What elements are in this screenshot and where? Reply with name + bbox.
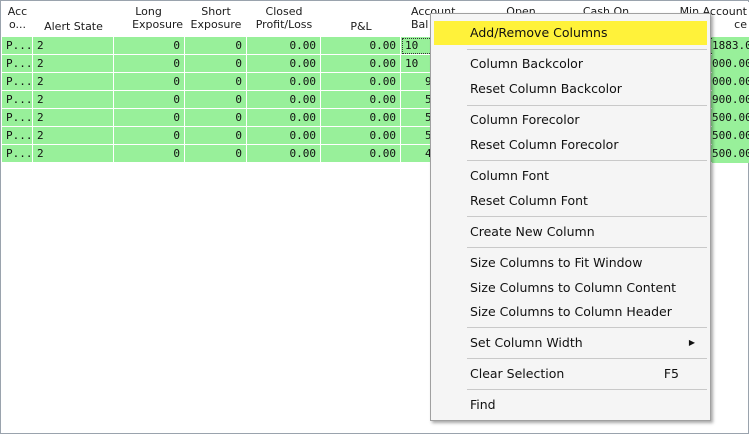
menu-separator <box>467 358 707 359</box>
cell-closed-pl[interactable]: 0.00 <box>247 37 321 55</box>
cell-long-exposure[interactable]: 0 <box>114 91 185 109</box>
cell-account[interactable]: P... <box>2 73 33 91</box>
column-header-long-exposure[interactable]: Long Exposure <box>114 2 185 37</box>
menu-item-label: Reset Column Forecolor <box>470 137 619 152</box>
menu-item-label: Clear Selection <box>470 366 565 381</box>
cell-pnl[interactable]: 0.00 <box>321 37 401 55</box>
cell-min-account[interactable]: 500.00 <box>712 145 749 163</box>
cell-closed-pl[interactable]: 0.00 <box>247 127 321 145</box>
cell-pnl[interactable]: 0.00 <box>321 73 401 91</box>
menu-item-label: Column Backcolor <box>470 56 583 71</box>
menu-item-size-columns-header[interactable]: Size Columns to Column Header <box>434 300 707 324</box>
cell-closed-pl[interactable]: 0.00 <box>247 91 321 109</box>
cell-account[interactable]: P... <box>2 109 33 127</box>
menu-separator <box>467 247 707 248</box>
menu-item-shortcut: F5 <box>663 366 679 381</box>
column-header-account[interactable]: Acc o... <box>2 2 33 37</box>
menu-item-label: Find <box>470 397 496 412</box>
menu-item-label: Size Columns to Fit Window <box>470 255 643 270</box>
column-context-menu: Add/Remove Columns Column Backcolor Rese… <box>430 13 711 421</box>
menu-item-label: Column Forecolor <box>470 112 580 127</box>
cell-min-account[interactable]: 900.00 <box>712 91 749 109</box>
menu-separator <box>467 105 707 106</box>
menu-item-label: Column Font <box>470 168 550 183</box>
cell-long-exposure[interactable]: 0 <box>114 73 185 91</box>
cell-alert-state[interactable]: 2 <box>33 37 114 55</box>
column-header-pnl[interactable]: P&L <box>321 2 401 37</box>
cell-pnl[interactable]: 0.00 <box>321 109 401 127</box>
menu-item-reset-column-backcolor[interactable]: Reset Column Backcolor <box>434 77 707 101</box>
menu-separator <box>467 49 707 50</box>
cell-long-exposure[interactable]: 0 <box>114 109 185 127</box>
menu-item-label: Create New Column <box>470 224 595 239</box>
cell-short-exposure[interactable]: 0 <box>185 109 247 127</box>
cell-short-exposure[interactable]: 0 <box>185 127 247 145</box>
menu-item-find[interactable]: Find <box>434 393 707 417</box>
cell-account[interactable]: P... <box>2 55 33 73</box>
column-header-alert-state[interactable]: Alert State <box>33 2 114 37</box>
cell-short-exposure[interactable]: 0 <box>185 37 247 55</box>
cell-pnl[interactable]: 0.00 <box>321 145 401 163</box>
menu-item-label: Set Column Width <box>470 335 583 350</box>
menu-item-add-remove-columns[interactable]: Add/Remove Columns <box>434 21 707 45</box>
menu-item-set-column-width[interactable]: Set Column Width ▶ <box>434 331 707 355</box>
menu-item-size-columns-content[interactable]: Size Columns to Column Content <box>434 276 707 300</box>
menu-item-label: Add/Remove Columns <box>470 25 608 40</box>
cell-min-account[interactable]: 000.00 <box>712 73 749 91</box>
grid-window: Acc o... Alert State Long Exposure Short… <box>0 0 749 434</box>
cell-account[interactable]: P... <box>2 127 33 145</box>
cell-closed-pl[interactable]: 0.00 <box>247 109 321 127</box>
menu-item-create-new-column[interactable]: Create New Column <box>434 220 707 244</box>
cell-min-account[interactable]: 500.00 <box>712 127 749 145</box>
cell-long-exposure[interactable]: 0 <box>114 127 185 145</box>
menu-item-reset-column-forecolor[interactable]: Reset Column Forecolor <box>434 133 707 157</box>
cell-alert-state[interactable]: 2 <box>33 73 114 91</box>
menu-item-column-forecolor[interactable]: Column Forecolor <box>434 108 707 132</box>
cell-short-exposure[interactable]: 0 <box>185 55 247 73</box>
cell-long-exposure[interactable]: 0 <box>114 145 185 163</box>
menu-item-reset-column-font[interactable]: Reset Column Font <box>434 189 707 213</box>
cell-alert-state[interactable]: 2 <box>33 145 114 163</box>
cell-closed-pl[interactable]: 0.00 <box>247 73 321 91</box>
menu-item-size-columns-fit-window[interactable]: Size Columns to Fit Window <box>434 251 707 275</box>
menu-separator <box>467 389 707 390</box>
cell-alert-state[interactable]: 2 <box>33 109 114 127</box>
menu-item-column-font[interactable]: Column Font <box>434 164 707 188</box>
menu-separator <box>467 160 707 161</box>
menu-item-label: Reset Column Backcolor <box>470 81 622 96</box>
cell-account[interactable]: P... <box>2 37 33 55</box>
cell-long-exposure[interactable]: 0 <box>114 37 185 55</box>
menu-separator <box>467 216 707 217</box>
cell-account[interactable]: P... <box>2 91 33 109</box>
menu-item-column-backcolor[interactable]: Column Backcolor <box>434 52 707 76</box>
menu-separator <box>467 327 707 328</box>
cell-long-exposure[interactable]: 0 <box>114 55 185 73</box>
cell-short-exposure[interactable]: 0 <box>185 145 247 163</box>
cell-alert-state[interactable]: 2 <box>33 127 114 145</box>
menu-item-label: Size Columns to Column Header <box>470 304 672 319</box>
cell-alert-state[interactable]: 2 <box>33 91 114 109</box>
cell-pnl[interactable]: 0.00 <box>321 55 401 73</box>
cell-short-exposure[interactable]: 0 <box>185 73 247 91</box>
cell-min-account[interactable]: 1883.00 <box>712 37 749 55</box>
cell-account[interactable]: P... <box>2 145 33 163</box>
cell-closed-pl[interactable]: 0.00 <box>247 145 321 163</box>
cell-pnl[interactable]: 0.00 <box>321 127 401 145</box>
cell-min-account[interactable]: 500.00 <box>712 109 749 127</box>
cell-alert-state[interactable]: 2 <box>33 55 114 73</box>
cell-closed-pl[interactable]: 0.00 <box>247 55 321 73</box>
menu-item-label: Reset Column Font <box>470 193 588 208</box>
cell-pnl[interactable]: 0.00 <box>321 91 401 109</box>
menu-item-clear-selection[interactable]: Clear Selection F5 <box>434 362 707 386</box>
cell-min-account[interactable]: 000.00 <box>712 55 749 73</box>
triangle-right-icon: ▶ <box>688 338 695 347</box>
cell-short-exposure[interactable]: 0 <box>185 91 247 109</box>
column-header-short-exposure[interactable]: Short Exposure <box>185 2 247 37</box>
column-header-closed-pl[interactable]: Closed Profit/Loss <box>247 2 321 37</box>
menu-item-label: Size Columns to Column Content <box>470 280 677 295</box>
